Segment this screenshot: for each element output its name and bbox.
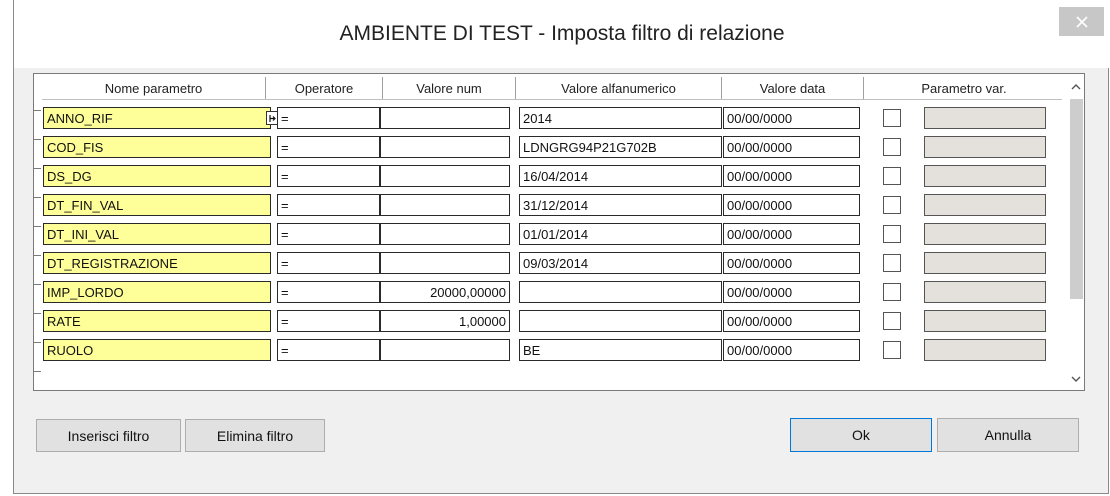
close-button[interactable] [1059,7,1104,36]
numeric-value-field[interactable] [380,136,510,158]
scroll-down-button[interactable] [1068,369,1084,387]
param-name-cell[interactable]: ANNO_RIF [43,107,281,129]
param-name-cell[interactable]: DT_REGISTRAZIONE [43,252,271,274]
numeric-value-field[interactable] [380,165,510,187]
col-header-valore-data: Valore data [722,77,864,99]
operator-field[interactable]: = [277,165,380,187]
param-name-cell[interactable]: DT_FIN_VAL [43,194,271,216]
operator-field[interactable]: = [277,107,380,129]
alphanumeric-value-field[interactable]: LDNGRG94P21G702B [519,136,722,158]
window-title: AMBIENTE DI TEST - Imposta filtro di rel… [339,22,785,45]
row-marker [34,226,41,227]
numeric-value-field[interactable] [380,339,510,361]
variable-param-field [924,281,1046,303]
variable-param-field [924,165,1046,187]
col-header-operatore: Operatore [266,77,383,99]
param-name-cell[interactable]: RUOLO [43,339,271,361]
numeric-value-field[interactable]: 1,00000 [380,310,510,332]
numeric-value-field[interactable] [380,107,510,129]
ok-button[interactable]: Ok [790,418,932,452]
variable-param-checkbox[interactable] [883,167,901,185]
variable-param-checkbox[interactable] [883,312,901,330]
alphanumeric-value-field[interactable] [519,281,722,303]
col-header-nome-parametro: Nome parametro [42,77,266,99]
operator-field[interactable]: = [277,281,380,303]
col-header-valore-num: Valore num [383,77,516,99]
date-value-field[interactable]: 00/00/0000 [723,223,860,245]
date-value-field[interactable]: 00/00/0000 [723,107,860,129]
row-marker [34,197,41,198]
date-value-field[interactable]: 00/00/0000 [723,165,860,187]
param-name-cell[interactable]: COD_FIS [43,136,271,158]
alphanumeric-value-field[interactable] [519,310,722,332]
date-value-field[interactable]: 00/00/0000 [723,339,860,361]
row-marker [34,371,41,372]
operator-field[interactable]: = [277,194,380,216]
col-header-valore-alfanumerico: Valore alfanumerico [516,77,722,99]
operator-field[interactable]: = [277,223,380,245]
chevron-up-icon [1071,77,1081,95]
insert-filter-button[interactable]: Inserisci filtro [36,419,181,452]
param-name-cell[interactable]: DT_INI_VAL [43,223,271,245]
variable-param-checkbox[interactable] [883,225,901,243]
row-marker [34,255,41,256]
operator-field[interactable]: = [277,339,380,361]
parameter-grid: Nome parametro Operatore Valore num Valo… [33,73,1085,391]
row-marker [34,284,41,285]
chevron-down-icon [1071,369,1081,387]
variable-param-field [924,252,1046,274]
alphanumeric-value-field[interactable]: 01/01/2014 [519,223,722,245]
scroll-up-button[interactable] [1068,77,1084,95]
variable-param-checkbox[interactable] [883,254,901,272]
date-value-field[interactable]: 00/00/0000 [723,194,860,216]
operator-field[interactable]: = [277,310,380,332]
date-value-field[interactable]: 00/00/0000 [723,281,860,303]
cancel-button[interactable]: Annulla [937,418,1079,452]
variable-param-field [924,223,1046,245]
operator-field[interactable]: = [277,136,380,158]
numeric-value-field[interactable] [380,252,510,274]
variable-param-checkbox[interactable] [883,283,901,301]
title-bar: AMBIENTE DI TEST - Imposta filtro di rel… [14,0,1110,68]
param-name-cell[interactable]: RATE [43,310,271,332]
variable-param-checkbox[interactable] [883,109,901,127]
alphanumeric-value-field[interactable]: BE [519,339,722,361]
variable-param-checkbox[interactable] [883,138,901,156]
date-value-field[interactable]: 00/00/0000 [723,252,860,274]
row-marker [34,139,41,140]
row-marker [34,168,41,169]
close-icon [1075,15,1088,28]
numeric-value-field[interactable]: 20000,00000 [380,281,510,303]
header-divider [42,99,1062,100]
dialog-window: AMBIENTE DI TEST - Imposta filtro di rel… [13,0,1110,494]
variable-param-checkbox[interactable] [883,341,901,359]
variable-param-field [924,339,1046,361]
variable-param-field [924,136,1046,158]
col-header-parametro-var: Parametro var. [864,77,1064,99]
alphanumeric-value-field[interactable]: 09/03/2014 [519,252,722,274]
alphanumeric-value-field[interactable]: 31/12/2014 [519,194,722,216]
variable-param-checkbox[interactable] [883,196,901,214]
delete-filter-button[interactable]: Elimina filtro [185,419,325,452]
date-value-field[interactable]: 00/00/0000 [723,310,860,332]
date-value-field[interactable]: 00/00/0000 [723,136,860,158]
param-name-cell[interactable]: IMP_LORDO [43,281,271,303]
row-marker [34,342,41,343]
numeric-value-field[interactable] [380,194,510,216]
row-marker [34,110,41,111]
row-gutter [34,74,43,390]
variable-param-field [924,107,1046,129]
numeric-value-field[interactable] [380,223,510,245]
vertical-scrollbar[interactable] [1068,77,1084,389]
operator-field[interactable]: = [277,252,380,274]
variable-param-field [924,310,1046,332]
variable-param-field [924,194,1046,216]
alphanumeric-value-field[interactable]: 2014 [519,107,722,129]
scrollbar-thumb[interactable] [1070,99,1083,299]
alphanumeric-value-field[interactable]: 16/04/2014 [519,165,722,187]
row-marker [34,313,41,314]
param-name-cell[interactable]: DS_DG [43,165,271,187]
